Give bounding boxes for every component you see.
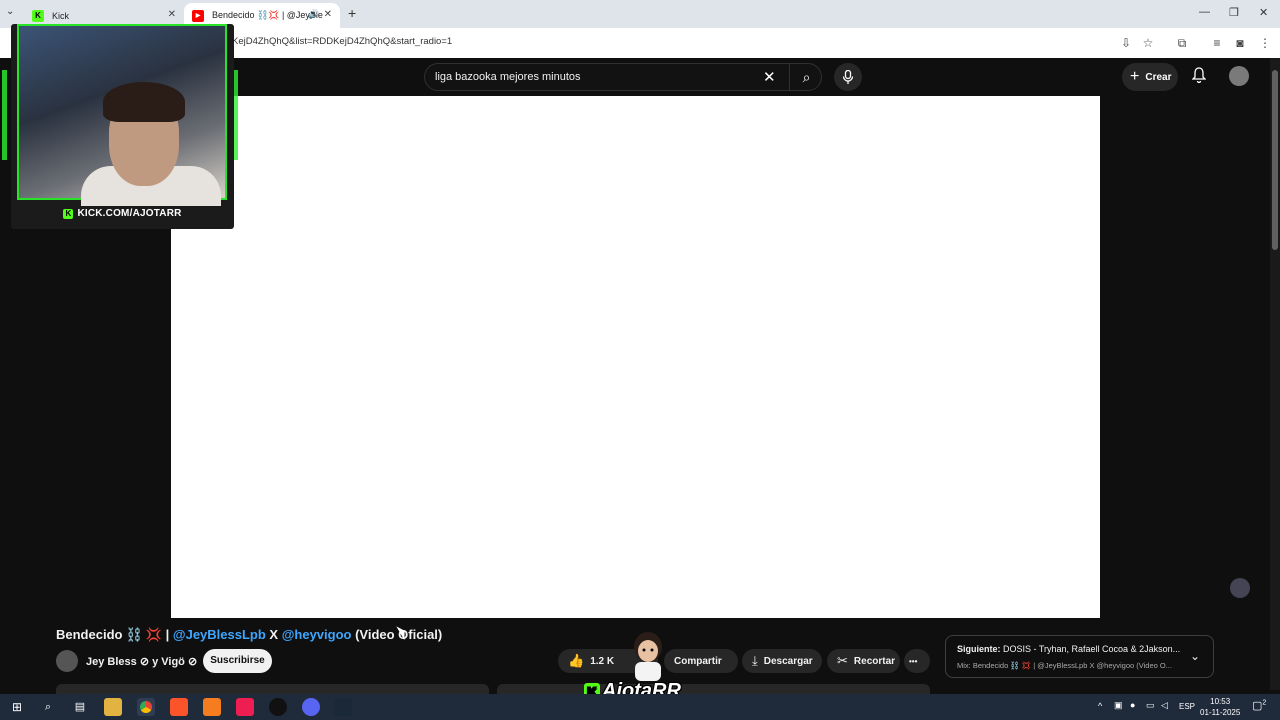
restore-button[interactable]: ❐ bbox=[1229, 6, 1239, 19]
browser-menu-icon[interactable]: ⋮ bbox=[1257, 35, 1273, 51]
right-column bbox=[1100, 96, 1270, 618]
next-up-card[interactable]: Siguiente: DOSIS - Tryhan, Rafaell Cocoa… bbox=[945, 635, 1214, 678]
video-title: Bendecido ⛓️ 💢 | @JeyBlessLpb X @heyvigo… bbox=[56, 627, 442, 643]
kick-url-text: KICK.COM/AJOTARR bbox=[77, 208, 182, 219]
search-icon[interactable]: ⌕ bbox=[789, 64, 823, 90]
discord-icon[interactable] bbox=[302, 698, 320, 716]
media-control-icon[interactable]: ≡ bbox=[1209, 35, 1225, 51]
comments-box[interactable] bbox=[497, 684, 930, 694]
title-suffix: (Video Oficial) bbox=[351, 627, 443, 642]
tray-app-icon[interactable]: ▣ bbox=[1114, 700, 1123, 711]
next-up-prefix: Siguiente: bbox=[957, 644, 1004, 654]
tab-kick-label: Kick bbox=[52, 10, 70, 21]
volume-icon[interactable]: ◁ bbox=[1161, 700, 1168, 711]
description-box[interactable] bbox=[56, 684, 489, 694]
search-icon[interactable]: ⌕ bbox=[39, 698, 57, 716]
mention-link-jeybless[interactable]: @JeyBlessLpb bbox=[173, 627, 266, 642]
brave-icon[interactable] bbox=[170, 698, 188, 716]
kick-channel-url: K KICK.COM/AJOTARR bbox=[11, 208, 234, 219]
next-up-title: DOSIS - Tryhan, Rafaell Cocoa & 2Jakson.… bbox=[1003, 644, 1181, 654]
url-field[interactable]: KejD4ZhQhQ&list=RDDKejD4ZhQhQ&start_radi… bbox=[232, 36, 452, 47]
title-mid: X bbox=[265, 627, 282, 642]
kick-favicon-icon: K bbox=[32, 9, 44, 22]
task-view-icon[interactable]: ▤ bbox=[71, 698, 89, 716]
youtube-favicon-icon: ▶ bbox=[192, 9, 204, 22]
app-icon-orange[interactable] bbox=[203, 698, 221, 716]
clip-button[interactable]: ✂ Recortar bbox=[827, 649, 900, 673]
share-label: Compartir bbox=[674, 655, 722, 667]
scissors-icon: ✂ bbox=[837, 653, 848, 668]
download-icon: ⤓ bbox=[752, 653, 758, 668]
clock-date: 01-11-2025 bbox=[1200, 708, 1241, 717]
tiktok-icon[interactable] bbox=[236, 698, 254, 716]
steam-icon[interactable] bbox=[334, 698, 352, 716]
language-indicator[interactable]: ESP bbox=[1179, 702, 1195, 711]
plus-icon: + bbox=[1130, 68, 1140, 85]
search-input[interactable]: liga bazooka mejores minutos bbox=[435, 71, 581, 83]
extensions-icon[interactable]: ⧉ bbox=[1174, 35, 1190, 51]
minimize-button[interactable]: — bbox=[1199, 6, 1210, 18]
notification-center-icon[interactable]: ▢2 bbox=[1252, 699, 1266, 712]
windows-start-icon[interactable]: ⊞ bbox=[8, 698, 26, 716]
webcam-glow-left bbox=[2, 70, 7, 160]
obs-icon[interactable] bbox=[269, 698, 287, 716]
corner-overlay-icon bbox=[1230, 578, 1250, 598]
streamer-mascot-icon bbox=[634, 632, 662, 681]
like-count: 1.2 K bbox=[590, 655, 615, 667]
subscribe-button[interactable]: Suscribirse bbox=[203, 649, 272, 673]
speaker-icon[interactable]: 🔊 bbox=[308, 9, 319, 20]
webcam-feed bbox=[17, 24, 227, 206]
thumbs-up-icon: 👍 bbox=[568, 653, 585, 668]
download-label: Descargar bbox=[763, 655, 813, 667]
chevron-down-icon[interactable]: ⌄ bbox=[1190, 649, 1200, 663]
chrome-icon[interactable] bbox=[137, 698, 155, 716]
clip-label: Recortar bbox=[853, 655, 896, 667]
taskbar-clock[interactable]: 10:53 01-11-2025 bbox=[1200, 696, 1240, 718]
tab-list-chevron-icon[interactable]: ⌄ bbox=[6, 6, 14, 17]
channel-avatar[interactable] bbox=[56, 650, 78, 672]
windows-taskbar: ⊞ ⌕ ▤ ^ ▣ ● ▭ ◁ ESP 10:53 01-11-2025 ▢2 bbox=[0, 694, 1280, 720]
notification-count: 2 bbox=[1262, 699, 1267, 707]
tray-mic-icon[interactable]: ● bbox=[1130, 700, 1135, 710]
share-button[interactable]: Compartir bbox=[664, 649, 738, 673]
webcam-person-hair bbox=[103, 82, 185, 122]
profile-icon[interactable]: ◙ bbox=[1232, 35, 1248, 51]
next-up-label: Siguiente: DOSIS - Tryhan, Rafaell Cocoa… bbox=[957, 644, 1180, 654]
tab-youtube-label: Bendecido ⛓️💢 | @JeyBle bbox=[212, 10, 323, 20]
mic-icon[interactable] bbox=[834, 63, 862, 91]
tab-close-icon[interactable]: ✕ bbox=[324, 9, 332, 20]
download-button[interactable]: ⤓ Descargar bbox=[742, 649, 822, 673]
kick-logo-icon: K bbox=[63, 209, 74, 219]
scrollbar-thumb[interactable] bbox=[1272, 70, 1278, 250]
clear-search-icon[interactable]: ✕ bbox=[763, 68, 776, 86]
user-avatar[interactable] bbox=[1229, 66, 1249, 86]
title-prefix: Bendecido ⛓️ 💢 | bbox=[56, 627, 173, 642]
install-app-icon[interactable]: ⇩ bbox=[1118, 35, 1134, 51]
tray-chevron-icon[interactable]: ^ bbox=[1098, 701, 1102, 711]
file-explorer-icon[interactable] bbox=[104, 698, 122, 716]
create-button[interactable]: + Crear bbox=[1122, 63, 1178, 91]
streamer-webcam-overlay: K KICK.COM/AJOTARR bbox=[11, 24, 234, 229]
channel-name[interactable]: Jey Bless ⊘ y Vigö ⊘ bbox=[86, 655, 197, 668]
close-window-button[interactable]: ✕ bbox=[1259, 6, 1268, 19]
create-label: Crear bbox=[1145, 71, 1172, 83]
new-tab-button[interactable]: + bbox=[348, 5, 356, 21]
video-player[interactable] bbox=[171, 96, 1100, 618]
search-box[interactable]: liga bazooka mejores minutos ✕ ⌕ bbox=[424, 63, 822, 91]
next-up-mix: Mix: Bendecido ⛓️ 💢 | @JeyBlessLpb X @he… bbox=[957, 661, 1172, 670]
tab-close-icon[interactable]: ✕ bbox=[168, 9, 176, 20]
mention-link-heyvigoo[interactable]: @heyvigoo bbox=[282, 627, 352, 642]
more-actions-button[interactable]: ••• bbox=[904, 649, 930, 673]
network-icon[interactable]: ▭ bbox=[1146, 700, 1155, 711]
bookmark-star-icon[interactable]: ☆ bbox=[1140, 35, 1156, 51]
page-scrollbar[interactable] bbox=[1270, 58, 1280, 690]
notifications-bell-icon[interactable] bbox=[1191, 67, 1207, 86]
clock-time: 10:53 bbox=[1210, 697, 1231, 706]
